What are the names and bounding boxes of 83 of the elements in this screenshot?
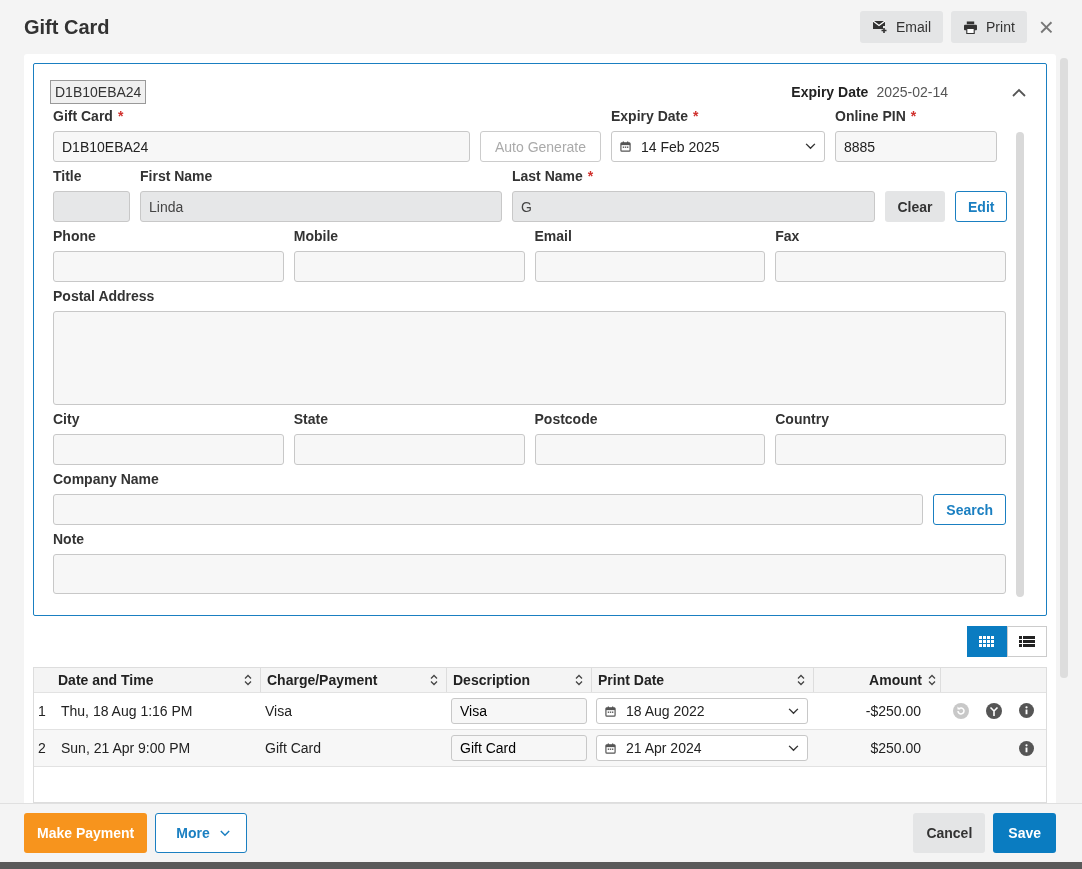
field-label: City bbox=[53, 411, 81, 429]
date-picker-field[interactable]: 14 Feb 2025 bbox=[611, 131, 825, 162]
gift-card-code-tag: D1B10EBA24 bbox=[50, 80, 147, 104]
input-field[interactable]: D1B10EBA24 bbox=[53, 131, 470, 162]
column-header[interactable]: Print Date bbox=[592, 668, 814, 692]
printer-icon bbox=[963, 20, 978, 34]
info-icon[interactable] bbox=[1019, 703, 1034, 718]
table-cell-text: Sun, 21 Apr 9:00 PM bbox=[60, 740, 192, 756]
field-label: Postcode bbox=[534, 411, 599, 429]
field-label: First Name bbox=[140, 168, 214, 186]
envelope-icon bbox=[872, 20, 888, 34]
sort-icon[interactable] bbox=[928, 674, 936, 686]
expiry-date-value: 2025-02-14 bbox=[876, 84, 948, 100]
field-label: Last Name * bbox=[512, 168, 595, 186]
input-field[interactable] bbox=[53, 494, 924, 525]
chevron-down-icon bbox=[788, 707, 799, 715]
field-label: Online PIN * bbox=[835, 108, 918, 126]
input-field[interactable] bbox=[534, 434, 766, 465]
print-date-picker[interactable]: 18 Aug 2022 bbox=[596, 698, 808, 724]
table-cell-text: Gift Card bbox=[264, 740, 322, 756]
save-button[interactable]: Save bbox=[993, 813, 1056, 853]
field-label: Email bbox=[534, 228, 573, 246]
description-field[interactable]: Visa bbox=[451, 698, 587, 724]
field-label: Note bbox=[53, 531, 86, 549]
field-label: State bbox=[293, 411, 329, 429]
close-button[interactable]: × bbox=[1034, 14, 1058, 40]
edit-button[interactable]: Edit bbox=[955, 191, 1007, 222]
field-label: Fax bbox=[775, 228, 801, 246]
chevron-down-icon bbox=[805, 143, 816, 150]
list-view-button[interactable] bbox=[1007, 626, 1047, 657]
split-icon[interactable] bbox=[986, 703, 1002, 719]
field-label: Country bbox=[775, 411, 830, 429]
cancel-button[interactable]: Cancel bbox=[913, 813, 986, 853]
field-label: Company Name bbox=[53, 471, 160, 489]
column-header[interactable]: Amount bbox=[814, 668, 941, 692]
sort-icon[interactable] bbox=[430, 674, 438, 686]
chevron-up-icon[interactable] bbox=[1012, 87, 1026, 97]
field-label: Phone bbox=[53, 228, 97, 246]
search-button[interactable]: Search bbox=[933, 494, 1006, 525]
calendar-icon bbox=[605, 705, 616, 717]
column-header[interactable]: Date and Time bbox=[52, 668, 261, 692]
table-cell-text: Visa bbox=[264, 703, 293, 719]
table-cell-text: Thu, 18 Aug 1:16 PM bbox=[60, 703, 194, 719]
clear-button[interactable]: Clear bbox=[885, 191, 945, 222]
description-field[interactable]: Gift Card bbox=[451, 735, 587, 761]
textarea-field[interactable] bbox=[53, 311, 1006, 405]
field-label: Postal Address bbox=[53, 288, 156, 306]
table-cell-text: $250.00 bbox=[869, 740, 922, 756]
print-button[interactable]: Print bbox=[951, 11, 1027, 43]
sort-icon[interactable] bbox=[797, 674, 805, 686]
sort-icon[interactable] bbox=[244, 674, 252, 686]
table-cell-text: -$250.00 bbox=[864, 703, 922, 719]
calendar-icon bbox=[620, 141, 631, 152]
column-header[interactable]: Charge/Payment bbox=[261, 668, 447, 692]
input-field[interactable] bbox=[293, 251, 525, 282]
calendar-icon bbox=[605, 742, 616, 754]
email-button[interactable]: Email bbox=[860, 11, 943, 43]
more-menu-button[interactable]: More bbox=[155, 813, 247, 853]
field-label: Gift Card * bbox=[53, 108, 125, 126]
print-date-picker[interactable]: 21 Apr 2024 bbox=[596, 735, 808, 761]
field-label: Expiry Date * bbox=[611, 108, 700, 126]
input-field[interactable] bbox=[775, 251, 1006, 282]
input-field[interactable] bbox=[534, 251, 766, 282]
chevron-down-icon bbox=[788, 744, 799, 752]
note-field[interactable] bbox=[53, 554, 1006, 594]
input-field[interactable] bbox=[53, 251, 284, 282]
window-title: Gift Card bbox=[24, 15, 110, 39]
row-number: 2 bbox=[37, 740, 47, 756]
list-icon bbox=[1019, 635, 1035, 648]
row-number: 1 bbox=[37, 703, 47, 719]
grid-icon bbox=[979, 635, 995, 648]
info-icon[interactable] bbox=[1019, 740, 1034, 756]
sort-icon[interactable] bbox=[575, 674, 583, 686]
expiry-date-label: Expiry Date bbox=[791, 84, 869, 100]
input-field[interactable] bbox=[53, 434, 284, 465]
field-label: Title bbox=[53, 168, 83, 186]
grid-view-button[interactable] bbox=[967, 626, 1007, 657]
caret-icon bbox=[219, 829, 230, 837]
input-field[interactable] bbox=[775, 434, 1006, 465]
column-header[interactable]: Description bbox=[447, 668, 592, 692]
input-field[interactable] bbox=[293, 434, 525, 465]
input-field[interactable]: 8885 bbox=[835, 131, 997, 162]
field-label: Mobile bbox=[293, 228, 340, 246]
